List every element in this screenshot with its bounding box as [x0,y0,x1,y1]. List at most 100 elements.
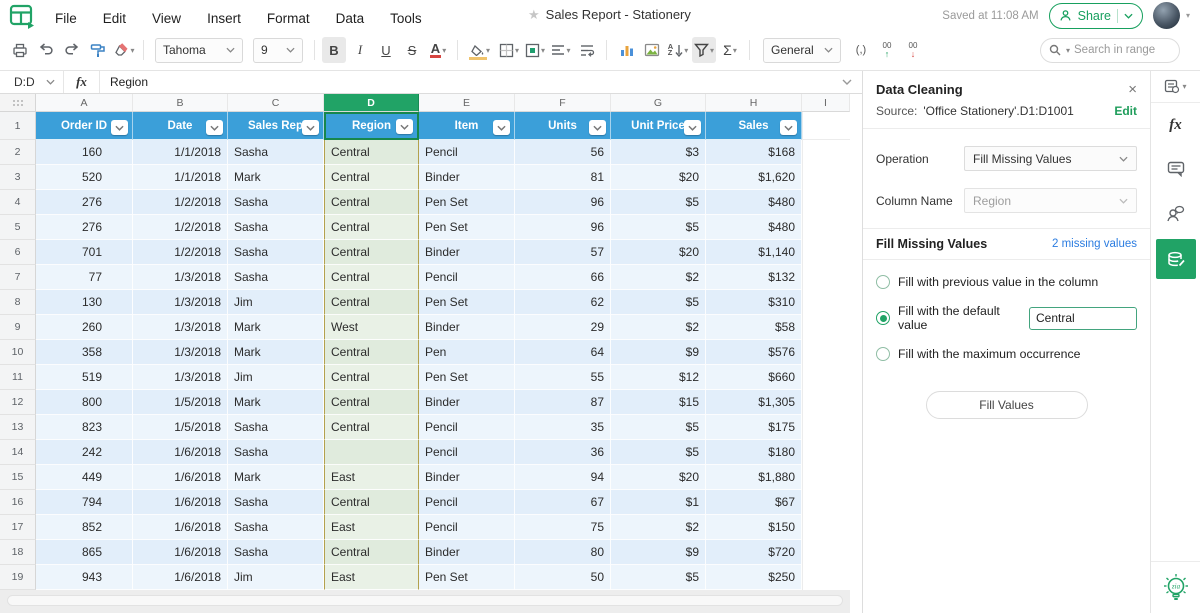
row-number-19[interactable]: 19 [0,565,36,590]
header-cell[interactable]: Sales Rep [228,112,324,140]
cell[interactable]: Sasha [228,215,324,240]
row-number-12[interactable]: 12 [0,390,36,415]
cell[interactable]: $9 [611,340,706,365]
radio-icon[interactable] [876,347,890,361]
cell[interactable]: Binder [419,540,515,565]
filter-dropdown-icon[interactable] [396,119,413,134]
increase-decimal-icon[interactable]: 00↑ [875,37,899,63]
search-icon[interactable] [1049,44,1061,56]
header-cell[interactable]: Sales [706,112,802,140]
column-header-I[interactable]: I [802,94,850,112]
cell[interactable]: 1/1/2018 [133,140,228,165]
cell[interactable] [324,440,419,465]
column-name-select[interactable]: Region [964,188,1137,213]
row-number-5[interactable]: 5 [0,215,36,240]
row-number-17[interactable]: 17 [0,515,36,540]
cell[interactable]: Pen Set [419,190,515,215]
search-input[interactable] [1074,44,1166,56]
data-cleaning-icon[interactable] [1156,239,1196,279]
cell[interactable]: Central [324,190,419,215]
close-icon[interactable]: × [1128,82,1137,97]
cell[interactable]: Jim [228,290,324,315]
cell[interactable]: Mark [228,165,324,190]
cell[interactable]: Pencil [419,265,515,290]
operation-select[interactable]: Fill Missing Values [964,146,1137,171]
cell[interactable]: 823 [36,415,133,440]
radio-icon[interactable] [876,275,890,289]
cell[interactable]: 96 [515,190,611,215]
cell[interactable]: Central [324,240,419,265]
number-format-select[interactable]: General [763,38,841,63]
empty-cell[interactable] [802,215,850,240]
cell[interactable]: $5 [611,440,706,465]
menu-data[interactable]: Data [336,11,365,26]
cell[interactable]: Pen Set [419,365,515,390]
chevron-down-icon[interactable]: ▾ [1066,46,1070,55]
cell[interactable]: Jim [228,565,324,590]
font-family-select[interactable]: Tahoma [155,38,243,63]
formula-input[interactable]: Region [100,75,842,89]
row-number-16[interactable]: 16 [0,490,36,515]
filter-dropdown-icon[interactable] [302,120,319,135]
cell[interactable]: Binder [419,390,515,415]
cell[interactable]: Pen Set [419,565,515,590]
cell[interactable]: 1/6/2018 [133,440,228,465]
empty-cell[interactable] [802,315,850,340]
zia-assistant[interactable]: zia [1151,561,1200,613]
cell[interactable]: $180 [706,440,802,465]
cell[interactable]: $660 [706,365,802,390]
cell[interactable]: 1/2/2018 [133,215,228,240]
menu-view[interactable]: View [152,11,181,26]
column-header-C[interactable]: C [228,94,324,112]
undo-icon[interactable] [34,37,58,63]
menu-insert[interactable]: Insert [207,11,241,26]
chevron-down-icon[interactable]: ▾ [1186,11,1190,20]
empty-cell[interactable] [802,515,850,540]
empty-cell[interactable] [802,240,850,265]
cell[interactable]: 66 [515,265,611,290]
cell[interactable]: Pencil [419,490,515,515]
cell[interactable]: Central [324,215,419,240]
cell[interactable]: Mark [228,465,324,490]
cell[interactable]: $576 [706,340,802,365]
sort-icon[interactable]: AZ ▾ [666,37,690,63]
cell[interactable]: 56 [515,140,611,165]
filter-dropdown-icon[interactable] [111,120,128,135]
row-number-6[interactable]: 6 [0,240,36,265]
cell[interactable]: 1/3/2018 [133,315,228,340]
cell[interactable]: Sasha [228,490,324,515]
cell[interactable]: $480 [706,215,802,240]
cell[interactable]: Sasha [228,265,324,290]
empty-cell[interactable] [802,390,850,415]
font-size-select[interactable]: 9 [253,38,303,63]
cell[interactable]: 1/1/2018 [133,165,228,190]
cell[interactable]: 1/5/2018 [133,390,228,415]
cell[interactable]: $2 [611,265,706,290]
row-number-2[interactable]: 2 [0,140,36,165]
cell[interactable]: $175 [706,415,802,440]
empty-cell[interactable] [802,112,850,140]
cell[interactable]: $2 [611,315,706,340]
empty-cell[interactable] [802,440,850,465]
column-header-H[interactable]: H [706,94,802,112]
header-cell[interactable]: Unit Price [611,112,706,140]
cell[interactable]: Pen Set [419,290,515,315]
row-number-9[interactable]: 9 [0,315,36,340]
row-number-15[interactable]: 15 [0,465,36,490]
redo-icon[interactable] [60,37,84,63]
empty-cell[interactable] [802,540,850,565]
cell[interactable]: Central [324,290,419,315]
cell[interactable]: $720 [706,540,802,565]
cell[interactable]: Central [324,340,419,365]
cell[interactable]: Central [324,390,419,415]
cell[interactable]: Sasha [228,240,324,265]
cell[interactable]: Mark [228,315,324,340]
filter-icon[interactable]: ▾ [692,37,716,63]
header-cell[interactable]: Order ID [36,112,133,140]
cell[interactable]: 276 [36,190,133,215]
sum-icon[interactable]: Σ ▾ [718,37,742,63]
column-header-G[interactable]: G [611,94,706,112]
cell[interactable]: $132 [706,265,802,290]
cell[interactable]: Mark [228,340,324,365]
cell[interactable]: Binder [419,315,515,340]
